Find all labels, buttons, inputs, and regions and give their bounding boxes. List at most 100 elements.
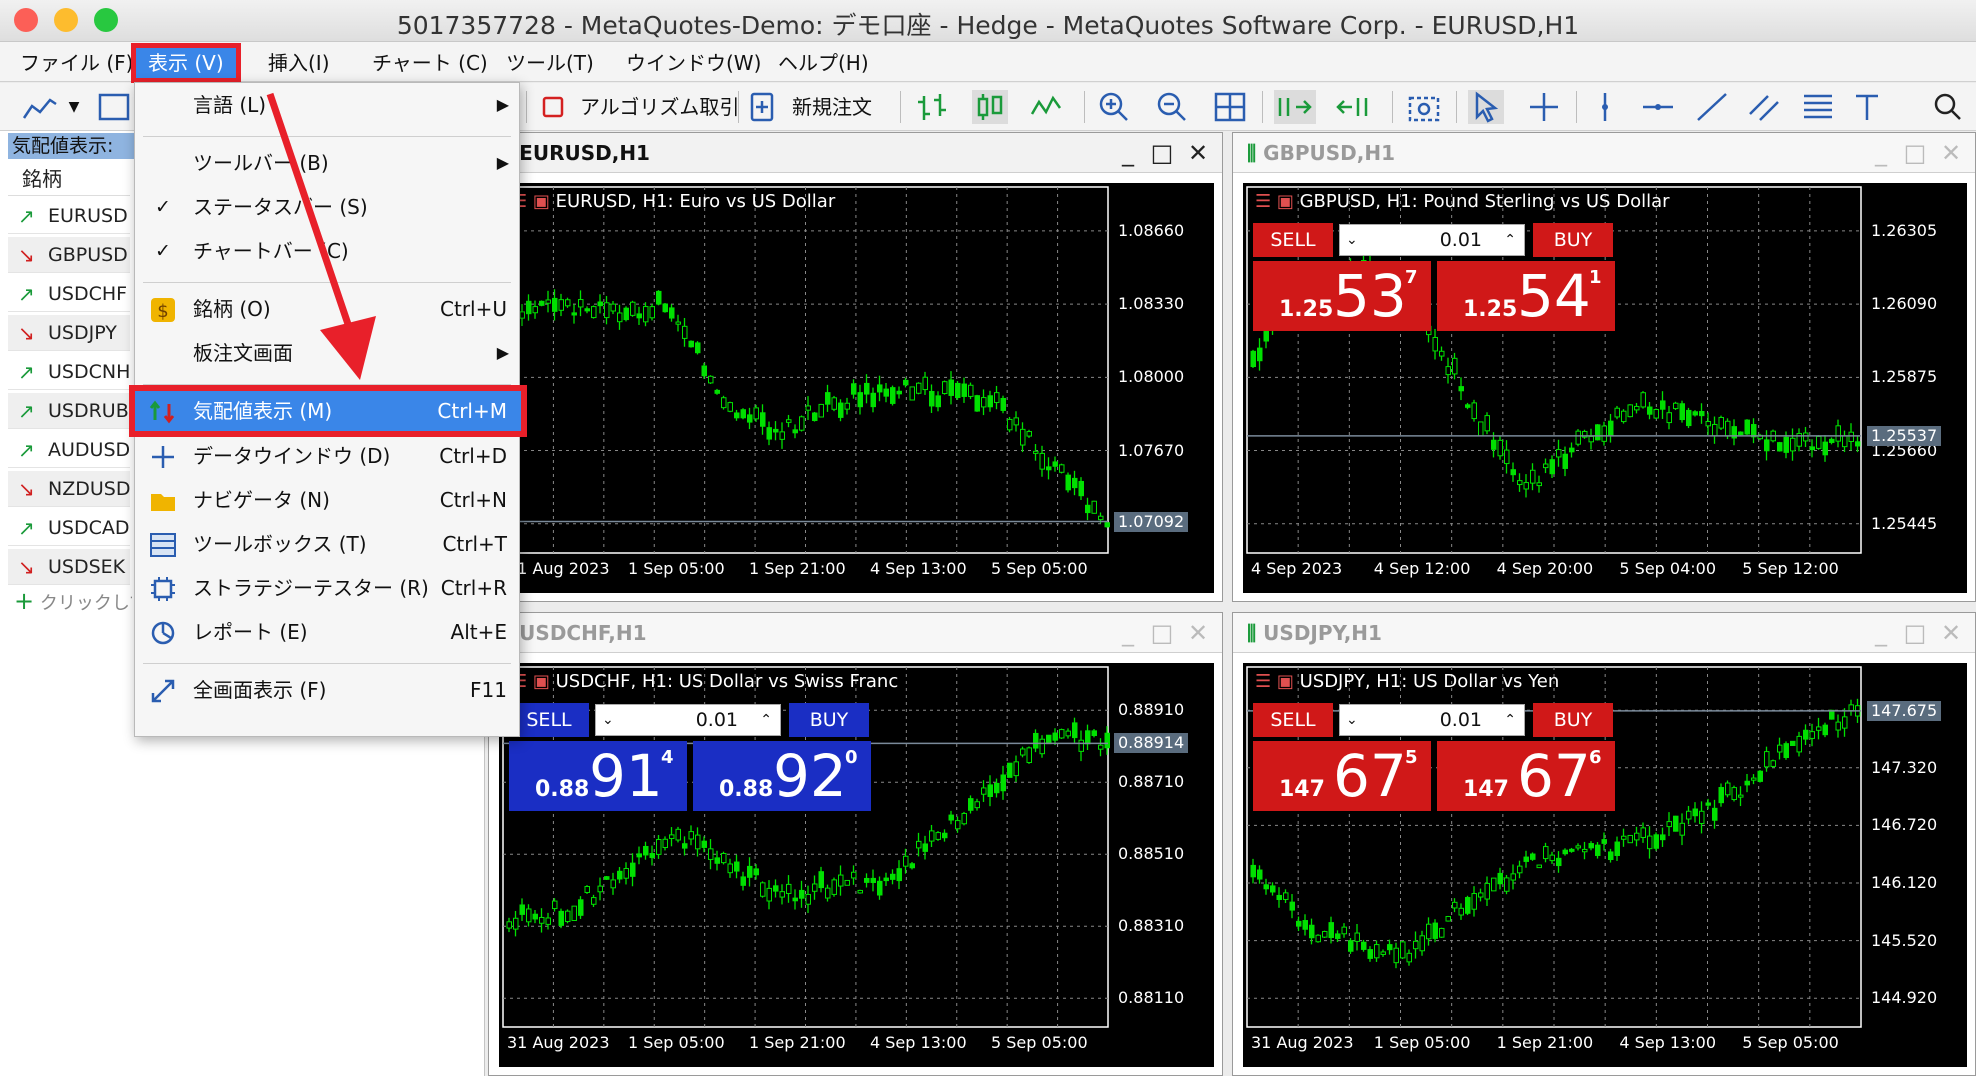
maximize-icon[interactable]: □ bbox=[1901, 619, 1929, 647]
chart-window-gbpusd[interactable]: ⫼ GBPUSD,H1 _ □ ✕ ☰ ▣ GBPUSD, H1: Pound Ster… bbox=[1232, 132, 1976, 602]
lot-size-input[interactable]: ⌄ 0.01 ⌃ bbox=[595, 704, 781, 736]
close-icon[interactable]: ✕ bbox=[1184, 619, 1212, 647]
buy-button[interactable]: BUY bbox=[789, 703, 869, 737]
candlestick-icon[interactable] bbox=[972, 90, 1008, 124]
symbol-row-usdcnh[interactable]: ↗ USDCNH bbox=[8, 354, 130, 390]
zoom-in-icon[interactable] bbox=[1096, 90, 1132, 124]
chart-window-titlebar[interactable]: ⫼ GBPUSD,H1 _ □ ✕ bbox=[1233, 133, 1975, 173]
symbol-row-usdjpy[interactable]: ↘ USDJPY bbox=[8, 315, 130, 351]
lot-size-input[interactable]: ⌄ 0.01 ⌃ bbox=[1339, 704, 1525, 736]
chart-plot[interactable]: ☰ ▣ USDCHF, H1: US Dollar vs Swiss Franc… bbox=[499, 663, 1214, 1067]
view-menu-item-11[interactable]: ナビゲータ (N) Ctrl+N bbox=[135, 480, 521, 520]
symbol-row-usdchf[interactable]: ↗ USDCHF bbox=[8, 276, 130, 312]
algo-trading-icon[interactable] bbox=[540, 90, 568, 124]
maximize-icon[interactable]: □ bbox=[1148, 139, 1176, 167]
view-menu-item-14[interactable]: レポート (E) Alt+E bbox=[135, 612, 521, 652]
symbol-row-gbpusd[interactable]: ↘ GBPUSD bbox=[8, 237, 130, 273]
ask-price-button[interactable]: 147 67 6 bbox=[1437, 741, 1615, 811]
new-order-icon[interactable] bbox=[748, 90, 778, 124]
minimize-icon[interactable]: _ bbox=[1867, 139, 1895, 167]
symbol-row-usdsek[interactable]: ↘ USDSEK bbox=[8, 549, 130, 585]
search-icon[interactable] bbox=[1930, 90, 1966, 124]
crosshair-icon[interactable] bbox=[1526, 90, 1562, 124]
chart-template-icon[interactable] bbox=[96, 90, 132, 124]
chart-window-usdjpy[interactable]: ⫼ USDJPY,H1 _ □ ✕ ☰ ▣ USDJPY, H1: US Dollar … bbox=[1232, 612, 1976, 1076]
bid-price-button[interactable]: 0.88 91 4 bbox=[509, 741, 687, 811]
minimize-icon[interactable]: _ bbox=[1114, 619, 1142, 647]
menu-chart[interactable]: チャート (C) bbox=[360, 48, 500, 78]
bid-price-button[interactable]: 147 67 5 bbox=[1253, 741, 1431, 811]
chart-window-titlebar[interactable]: ⫼ USDCHF,H1_□✕ bbox=[489, 613, 1222, 653]
symbol-row-nzdusd[interactable]: ↘ NZDUSD bbox=[8, 471, 130, 507]
chevron-up-icon[interactable]: ⌃ bbox=[760, 705, 772, 735]
chevron-up-icon[interactable]: ⌃ bbox=[1504, 225, 1516, 255]
chart-window-eurusd[interactable]: ⫼ EURUSD,H1_□✕☰ ▣ EURUSD, H1: Euro vs US… bbox=[488, 132, 1223, 602]
new-order-button[interactable]: 新規注文 bbox=[792, 90, 872, 124]
algo-trading-button[interactable]: アルゴリズム取引 bbox=[580, 90, 739, 124]
symbol-row-usdcad[interactable]: ↗ USDCAD bbox=[8, 510, 130, 546]
chart-window-usdchf[interactable]: ⫼ USDCHF,H1_□✕☰ ▣ USDCHF, H1: US Dollar … bbox=[488, 612, 1223, 1076]
symbol-row-eurusd[interactable]: ↗ EURUSD bbox=[8, 198, 130, 234]
close-icon[interactable]: ✕ bbox=[1937, 619, 1965, 647]
chart-plot[interactable]: ☰ ▣ EURUSD, H1: Euro vs US Dollar 1.08660… bbox=[499, 183, 1214, 593]
chevron-up-icon[interactable]: ⌃ bbox=[1504, 705, 1516, 735]
tile-windows-icon[interactable] bbox=[1212, 90, 1248, 124]
horizontal-line-icon[interactable] bbox=[1640, 90, 1676, 124]
auto-scroll-icon[interactable] bbox=[1274, 90, 1316, 124]
chart-window-titlebar[interactable]: ⫼ USDJPY,H1 _ □ ✕ bbox=[1233, 613, 1975, 653]
chart-window-titlebar[interactable]: ⫼ EURUSD,H1_□✕ bbox=[489, 133, 1222, 173]
y-axis-label: 1.08330 bbox=[1118, 294, 1185, 314]
bid-price-button[interactable]: 1.25 53 7 bbox=[1253, 261, 1431, 331]
view-menu-item-10[interactable]: データウインドウ (D) Ctrl+D bbox=[135, 436, 521, 476]
view-menu-item-9[interactable]: 気配値表示 (M) Ctrl+M bbox=[129, 385, 527, 437]
minimize-icon[interactable]: _ bbox=[1867, 619, 1895, 647]
trendline-icon[interactable] bbox=[1694, 90, 1730, 124]
symbol-row-usdrub[interactable]: ↗ USDRUB bbox=[8, 393, 130, 429]
line-chart-icon[interactable] bbox=[20, 90, 60, 124]
chevron-down-icon[interactable]: ⌄ bbox=[1346, 225, 1358, 255]
menu-insert[interactable]: 挿入(I) bbox=[256, 48, 342, 78]
cursor-icon[interactable] bbox=[1468, 90, 1504, 124]
sell-button[interactable]: SELL bbox=[509, 703, 589, 737]
text-tool-icon[interactable] bbox=[1852, 90, 1882, 124]
close-icon[interactable]: ✕ bbox=[1184, 139, 1212, 167]
menu-tools[interactable]: ツール(T) bbox=[494, 48, 606, 78]
menu-window[interactable]: ウインドウ(W) bbox=[614, 48, 773, 78]
bar-chart-icon[interactable] bbox=[914, 90, 950, 124]
screenshot-icon[interactable] bbox=[1404, 90, 1444, 124]
view-menu-item-13[interactable]: ストラテジーテスター (R) Ctrl+R bbox=[135, 568, 521, 608]
chart-plot[interactable]: ☰ ▣ USDJPY, H1: US Dollar vs Yen147.9201… bbox=[1243, 663, 1967, 1067]
maximize-icon[interactable]: □ bbox=[1901, 139, 1929, 167]
buy-button[interactable]: BUY bbox=[1533, 223, 1613, 257]
chevron-down-icon[interactable]: ⌄ bbox=[1346, 705, 1358, 735]
view-menu-item-16[interactable]: 全画面表示 (F) F11 bbox=[135, 670, 521, 710]
y-axis-label: 146.120 bbox=[1871, 873, 1938, 892]
chart-menu-icon[interactable]: ☰ ▣ bbox=[1255, 671, 1300, 692]
channel-icon[interactable] bbox=[1746, 90, 1782, 124]
sell-button[interactable]: SELL bbox=[1253, 703, 1333, 737]
menu-view[interactable]: 表示 (V) bbox=[131, 43, 241, 83]
minimize-icon[interactable]: _ bbox=[1114, 139, 1142, 167]
symbol-row-audusd[interactable]: ↗ AUDUSD bbox=[8, 432, 130, 468]
zoom-out-icon[interactable] bbox=[1154, 90, 1190, 124]
line-series-icon[interactable] bbox=[1030, 90, 1066, 124]
view-menu-item-12[interactable]: ツールボックス (T) Ctrl+T bbox=[135, 524, 521, 564]
sell-button[interactable]: SELL bbox=[1253, 223, 1333, 257]
vertical-line-icon[interactable] bbox=[1590, 90, 1620, 124]
chevron-down-icon[interactable]: ▼ bbox=[66, 90, 82, 124]
menu-help[interactable]: ヘルプ(H) bbox=[766, 48, 881, 78]
buy-button[interactable]: BUY bbox=[1533, 703, 1613, 737]
ask-price-button[interactable]: 0.88 92 0 bbox=[693, 741, 871, 811]
ask-price-button[interactable]: 1.25 54 1 bbox=[1437, 261, 1615, 331]
chevron-down-icon[interactable]: ⌄ bbox=[602, 705, 614, 735]
maximize-icon[interactable]: □ bbox=[1148, 619, 1176, 647]
chart-plot[interactable]: ☰ ▣ GBPUSD, H1: Pound Sterling vs US Dol… bbox=[1243, 183, 1967, 593]
lot-size-input[interactable]: ⌄ 0.01 ⌃ bbox=[1339, 224, 1525, 256]
menu-file[interactable]: ファイル (F) bbox=[8, 48, 145, 78]
close-icon[interactable]: ✕ bbox=[1937, 139, 1965, 167]
chart-menu-icon[interactable]: ☰ ▣ bbox=[1255, 191, 1300, 212]
fibonacci-icon[interactable] bbox=[1800, 90, 1836, 124]
add-symbol-row[interactable]: + クリックして bbox=[14, 587, 132, 615]
chart-shift-icon[interactable] bbox=[1334, 90, 1376, 124]
symbol-column-header[interactable]: 銘柄 bbox=[8, 162, 130, 196]
